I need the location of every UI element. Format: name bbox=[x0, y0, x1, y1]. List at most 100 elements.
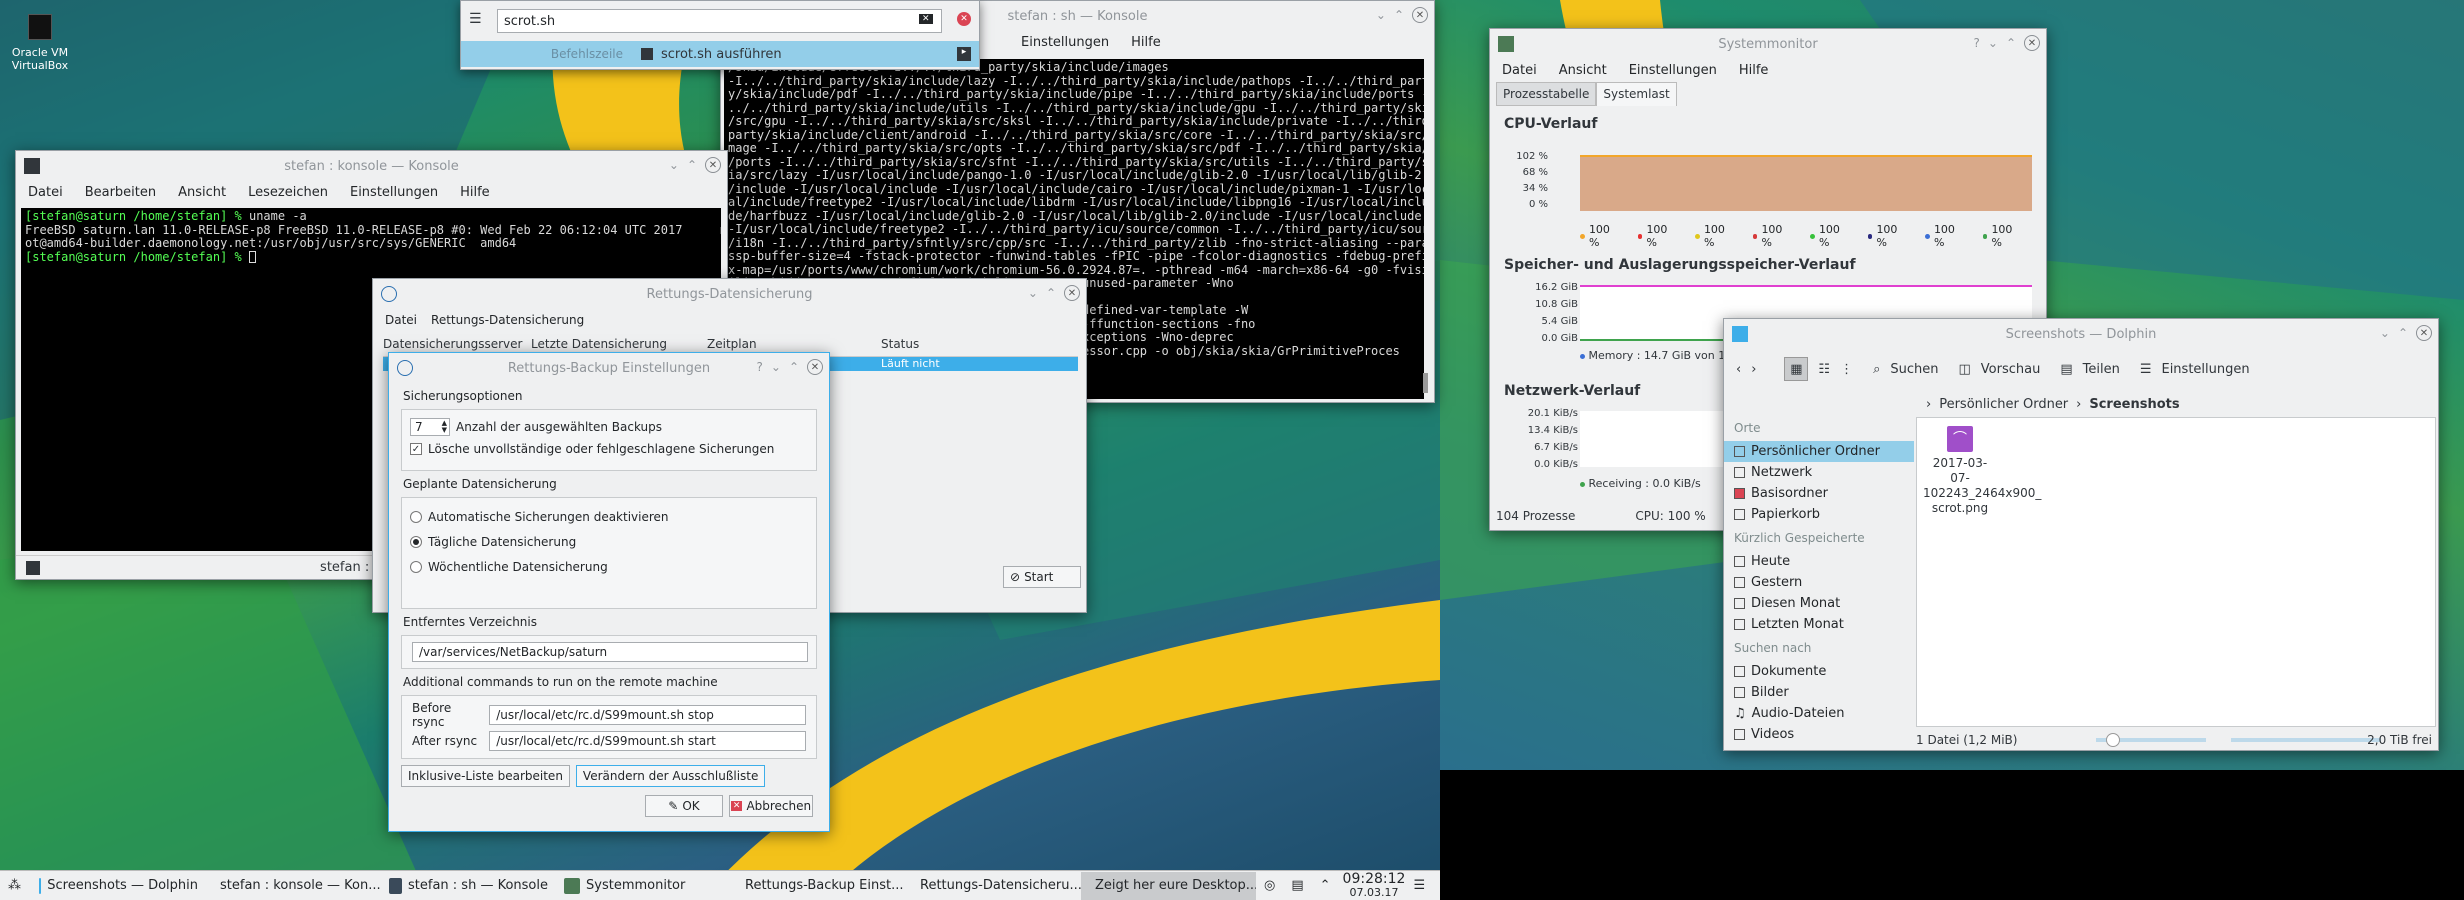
panel-menu-icon[interactable]: ☰ bbox=[1405, 872, 1433, 900]
delete-incomplete-checkbox[interactable]: ✓ bbox=[410, 443, 422, 455]
delete-incomplete-label[interactable]: Lösche unvollständige oder fehlgeschlage… bbox=[428, 442, 774, 456]
menu-hilfe[interactable]: Hilfe bbox=[1739, 63, 1769, 78]
krunner-result[interactable]: Befehlszeile scrot.sh ausführen ▸ bbox=[461, 41, 979, 67]
dolphin-window[interactable]: Screenshots — Dolphin ⌄ ⌃ ✕ ‹ › ▦ ☷ ⋮ ⌕ Such… bbox=[1723, 318, 2439, 751]
dolphin-titlebar[interactable]: Screenshots — Dolphin ⌄ ⌃ ✕ bbox=[1724, 319, 2438, 349]
task-konsole-main[interactable]: stefan : konsole — Kon... bbox=[206, 872, 381, 900]
maximize-icon[interactable]: ⌃ bbox=[2398, 326, 2408, 340]
search-images[interactable]: Bilder bbox=[1724, 682, 1914, 703]
share-button[interactable]: Teilen bbox=[2083, 362, 2120, 377]
search-audio[interactable]: ♫ Audio-Dateien bbox=[1724, 703, 1914, 724]
recent-today[interactable]: Heute bbox=[1724, 551, 1914, 572]
sysmon-titlebar[interactable]: Systemmonitor ? ⌄ ⌃ ✕ bbox=[1490, 29, 2046, 59]
menu-ansicht[interactable]: Ansicht bbox=[1559, 63, 1607, 78]
recent-yesterday[interactable]: Gestern bbox=[1724, 572, 1914, 593]
menu-datei[interactable]: Datei bbox=[385, 313, 417, 327]
search-documents[interactable]: Dokumente bbox=[1724, 661, 1914, 682]
menu-datei[interactable]: Datei bbox=[1502, 63, 1537, 78]
task-dolphin[interactable]: Screenshots — Dolphin bbox=[31, 872, 206, 900]
crumb-home[interactable]: Persönlicher Ordner bbox=[1939, 397, 2068, 412]
minimize-icon[interactable]: ⌄ bbox=[1988, 36, 1998, 50]
task-rettung[interactable]: Rettungs-Datensicheru... bbox=[906, 872, 1081, 900]
menu-bearbeiten[interactable]: Bearbeiten bbox=[85, 185, 156, 200]
task-backup-settings[interactable]: Rettungs-Backup Einst... bbox=[731, 872, 906, 900]
help-icon[interactable]: ? bbox=[1974, 36, 1980, 50]
konsole-titlebar[interactable]: stefan : konsole — Konsole ⌄ ⌃ ✕ bbox=[16, 151, 727, 181]
icons-view-icon[interactable]: ▦ bbox=[1784, 357, 1809, 381]
col-status[interactable]: Status bbox=[881, 337, 919, 356]
maximize-icon[interactable]: ⌃ bbox=[789, 360, 799, 374]
dialog-titlebar[interactable]: Rettungs-Backup Einstellungen ? ⌄ ⌃ ✕ bbox=[389, 353, 829, 383]
recent-this-month[interactable]: Diesen Monat bbox=[1724, 593, 1914, 614]
menu-hilfe[interactable]: Hilfe bbox=[1131, 35, 1161, 50]
settings-button[interactable]: Einstellungen bbox=[2161, 362, 2249, 377]
recent-last-month[interactable]: Letzten Monat bbox=[1724, 614, 1914, 635]
place-trash[interactable]: Papierkorb bbox=[1724, 504, 1914, 525]
app-launcher-icon[interactable]: ⁂ bbox=[0, 872, 31, 900]
krunner-search-input[interactable]: scrot.sh bbox=[497, 9, 942, 33]
radio-weekly-label[interactable]: Wöchentliche Datensicherung bbox=[428, 560, 608, 574]
clipboard-icon[interactable]: ▤ bbox=[1283, 872, 1311, 900]
crumb-screenshots[interactable]: Screenshots bbox=[2089, 397, 2179, 412]
start-button[interactable]: ⊘ Start bbox=[1003, 566, 1081, 588]
edit-include-list-button[interactable]: Inklusive-Liste bearbeiten bbox=[401, 765, 570, 787]
menu-datei[interactable]: Datei bbox=[28, 185, 63, 200]
place-root[interactable]: Basisordner bbox=[1724, 483, 1914, 504]
clear-icon[interactable]: ✕ bbox=[919, 14, 933, 24]
place-network[interactable]: Netzwerk bbox=[1724, 462, 1914, 483]
close-icon[interactable]: ✕ bbox=[705, 157, 721, 173]
preview-icon[interactable]: ◫ bbox=[1958, 362, 1970, 377]
task-browser[interactable]: Zeigt her eure Desktop... bbox=[1081, 871, 1256, 900]
task-systemmonitor[interactable]: Systemmonitor bbox=[556, 872, 731, 900]
minimize-icon[interactable]: ⌄ bbox=[669, 158, 679, 172]
preview-button[interactable]: Vorschau bbox=[1981, 362, 2041, 377]
radio-disable-label[interactable]: Automatische Sicherungen deaktivieren bbox=[428, 510, 669, 524]
details-view-icon[interactable]: ⋮ bbox=[1840, 362, 1853, 377]
tray-expand-icon[interactable]: ⌃ bbox=[1312, 872, 1339, 900]
maximize-icon[interactable]: ⌃ bbox=[687, 158, 697, 172]
rettung-titlebar[interactable]: Rettungs-Datensicherung ⌄ ⌃ ✕ bbox=[373, 279, 1086, 309]
close-icon[interactable]: ✕ bbox=[1064, 285, 1080, 301]
ok-button[interactable]: ✎ OK bbox=[645, 795, 723, 817]
menu-einstellungen[interactable]: Einstellungen bbox=[1021, 35, 1109, 50]
scrollbar[interactable] bbox=[1423, 373, 1428, 393]
menu-hilfe[interactable]: Hilfe bbox=[460, 185, 490, 200]
menu-icon[interactable]: ☰ bbox=[2140, 362, 2152, 377]
search-icon[interactable]: ⌕ bbox=[1873, 362, 1880, 377]
forward-icon[interactable]: › bbox=[1751, 362, 1756, 377]
before-rsync-input[interactable]: /usr/local/etc/rc.d/S99mount.sh stop bbox=[489, 705, 806, 725]
tab-processes[interactable]: Prozesstabelle bbox=[1496, 82, 1597, 106]
back-icon[interactable]: ‹ bbox=[1736, 362, 1741, 377]
file-view[interactable]: ⌒ 2017-03-07- 102243_2464x900_ scrot.png bbox=[1916, 417, 2436, 727]
compact-view-icon[interactable]: ☷ bbox=[1818, 362, 1830, 377]
task-konsole-sh[interactable]: stefan : sh — Konsole bbox=[381, 872, 556, 900]
close-icon[interactable]: ✕ bbox=[957, 12, 971, 26]
remote-path-input[interactable]: /var/services/NetBackup/saturn bbox=[412, 642, 808, 662]
settings-icon[interactable]: ☰ bbox=[469, 11, 482, 27]
rettung-tray-icon[interactable]: ◎ bbox=[1256, 872, 1283, 900]
desktop-icon-virtualbox[interactable]: Oracle VM VirtualBox bbox=[10, 14, 70, 72]
radio-daily[interactable] bbox=[410, 535, 422, 548]
after-rsync-input[interactable]: /usr/local/etc/rc.d/S99mount.sh start bbox=[489, 731, 806, 751]
radio-daily-label[interactable]: Tägliche Datensicherung bbox=[428, 535, 576, 549]
search-button[interactable]: Suchen bbox=[1890, 362, 1938, 377]
file-item[interactable]: ⌒ 2017-03-07- 102243_2464x900_ scrot.png bbox=[1923, 426, 2041, 516]
minimize-icon[interactable]: ⌄ bbox=[771, 360, 781, 374]
zoom-slider-handle[interactable] bbox=[2106, 733, 2120, 747]
menu-lesezeichen[interactable]: Lesezeichen bbox=[248, 185, 328, 200]
backup-count-spinbox[interactable]: 7 ▲ ▼ bbox=[410, 418, 450, 436]
search-videos[interactable]: Videos bbox=[1724, 724, 1914, 745]
menu-rettung[interactable]: Rettungs-Datensicherung bbox=[431, 313, 584, 327]
radio-disable[interactable] bbox=[410, 510, 422, 523]
menu-ansicht[interactable]: Ansicht bbox=[178, 185, 226, 200]
cancel-button[interactable]: ✕ Abbrechen bbox=[729, 795, 813, 817]
share-icon[interactable]: ▤ bbox=[2060, 362, 2072, 377]
minimize-icon[interactable]: ⌄ bbox=[1376, 8, 1386, 22]
menu-einstellungen[interactable]: Einstellungen bbox=[350, 185, 438, 200]
help-icon[interactable]: ? bbox=[757, 360, 763, 374]
menu-einstellungen[interactable]: Einstellungen bbox=[1629, 63, 1717, 78]
minimize-icon[interactable]: ⌄ bbox=[2380, 326, 2390, 340]
tab-systemlast[interactable]: Systemlast bbox=[1596, 82, 1677, 106]
backup-settings-dialog[interactable]: Rettungs-Backup Einstellungen ? ⌄ ⌃ ✕ Siche… bbox=[388, 352, 830, 832]
radio-weekly[interactable] bbox=[410, 560, 422, 573]
